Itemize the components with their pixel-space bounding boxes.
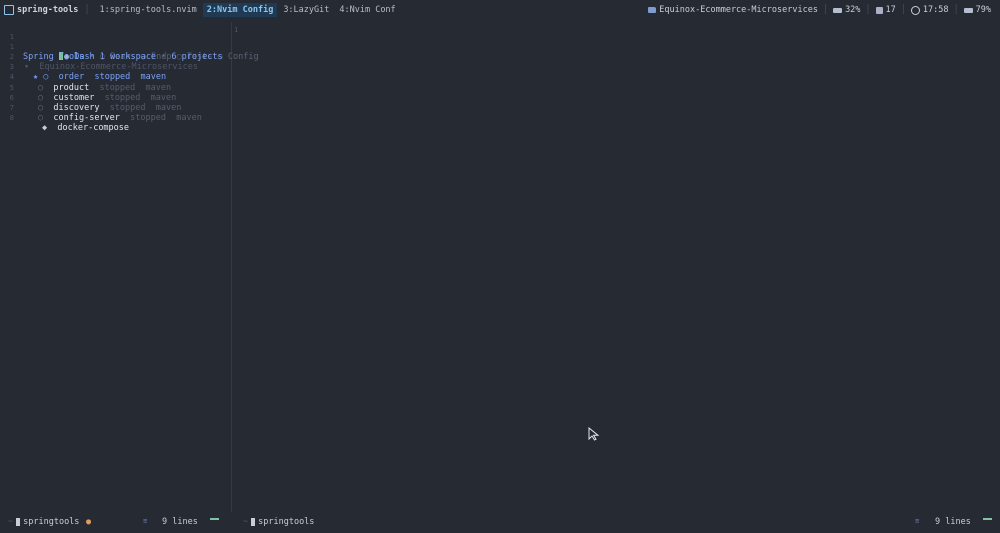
time-value: 17:58 [922,5,949,15]
dash-glyph: ~ [243,517,249,527]
right-statusline-file: ~ springtools [243,517,314,527]
battery-icon [963,7,973,13]
dash-glyph: ~ [8,517,14,527]
time-status: 17:58 [906,5,954,15]
session-name: spring-tools [17,5,79,15]
window-list: spring-tools │ 1:spring-tools.nvim 2:Nvi… [0,0,402,20]
date-status: 17 [871,5,901,15]
window-tab-2[interactable]: 2:Nvim Config [202,3,278,17]
line-number: 8 [9,113,14,122]
session-indicator[interactable]: spring-tools [0,5,84,15]
folder-icon [648,7,657,13]
terminal-window: spring-tools │ 1:spring-tools.nvim 2:Nvi… [0,0,1000,533]
editor-pane[interactable]: 1 [232,22,1000,512]
tabs-line: 1 ● Dash ○ Beans ○ Endp ○ Tests ○ Config [0,22,259,62]
modified-icon: ● [86,517,92,527]
separator: │ [84,5,90,15]
project-status: Equinox-Ecommerce-Microservices [643,5,823,15]
spring-tools-pane[interactable]: 1 ● Dash ○ Beans ○ Endp ○ Tests ○ Config… [0,22,259,512]
terminal-icon [4,5,14,15]
circle-icon: ○ [38,112,44,123]
scroll-indicator [210,518,219,520]
docker-icon: ◆ [42,122,48,133]
window-tab-4[interactable]: 4:Nvim Conf [335,3,399,17]
project-name: config-server [53,112,120,123]
calendar-icon [875,6,883,14]
file-icon [16,518,21,526]
project-row-order[interactable]: 3 ★ ○ order stopped maven [0,52,231,82]
project-row-customer[interactable]: 5 ○ customer stopped maven [0,72,231,103]
workspace-line[interactable]: 2 ▾ Equinox-Ecommerce-Microservices [0,42,231,72]
lines-icon: ≡ [143,517,148,525]
cpu-icon [833,7,843,13]
project-row-product[interactable]: 4 ○ product stopped maven [0,62,231,92]
clock-icon [910,5,920,15]
lines-icon: ≡ [915,517,920,525]
project-row-discovery[interactable]: 6 ○ discovery stopped maven [0,83,231,113]
project-row-config-server[interactable]: 7 ○ config-server stopped maven [0,93,231,123]
cpu-status: 32% [828,5,865,15]
compose-row[interactable]: 8 ◆ docker-compose [0,103,231,133]
scroll-indicator [983,518,992,520]
project-name: Equinox-Ecommerce-Microservices [659,5,818,15]
cpu-value: 32% [845,5,861,15]
header-line: 1 Spring Tools · 1 workspace · 6 project… [0,32,231,62]
system-status: Equinox-Ecommerce-Microservices │ 32% │ … [643,0,1000,20]
file-icon [251,518,256,526]
window-tab-3[interactable]: 3:LazyGit [279,3,333,17]
left-file-name: springtools [23,517,80,527]
line-number: 1 [234,26,239,34]
project-status: stopped [130,112,166,123]
left-statusline-file: ~ springtools [8,517,79,527]
right-line-count: 9 lines [935,517,971,527]
battery-status: 79% [959,5,996,15]
battery-value: 79% [975,5,991,15]
statusline: ~ springtools ● ≡ 9 lines ~ springtools … [0,515,1000,531]
right-file-name: springtools [258,517,315,527]
compose-name: docker-compose [57,122,130,133]
mouse-cursor-icon [588,427,600,441]
top-status-bar: spring-tools │ 1:spring-tools.nvim 2:Nvi… [0,0,1000,20]
date-value: 17 [885,5,896,15]
left-line-count: 9 lines [162,517,198,527]
project-type: maven [176,112,202,123]
window-tab-1[interactable]: 1:spring-tools.nvim [96,3,201,17]
